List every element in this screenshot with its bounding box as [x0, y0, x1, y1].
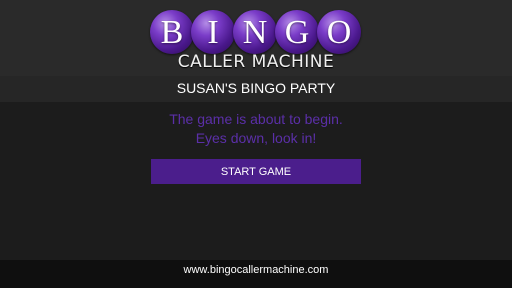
logo-subtitle: CALLER MACHINE — [177, 52, 335, 72]
bingo-ball: N — [233, 10, 277, 54]
ball-letter: I — [207, 14, 219, 51]
ball-letter: O — [326, 14, 352, 51]
ball-letter: N — [242, 14, 268, 51]
ball-letter: G — [284, 14, 310, 51]
bingo-ball: I — [191, 10, 235, 54]
page-title: SUSAN'S BINGO PARTY — [176, 80, 336, 96]
website-link[interactable]: www.bingocallermachine.com — [0, 264, 512, 276]
status-message-line1: The game is about to begin. — [169, 111, 343, 127]
status-message-line2: Eyes down, look in! — [195, 130, 317, 146]
bingo-ball: O — [317, 10, 361, 54]
bingo-ball: B — [150, 10, 194, 54]
start-game-button[interactable]: START GAME — [151, 159, 361, 184]
logo: B I N G O — [150, 10, 362, 56]
ball-letter: B — [160, 14, 184, 51]
bingo-ball: G — [275, 10, 319, 54]
